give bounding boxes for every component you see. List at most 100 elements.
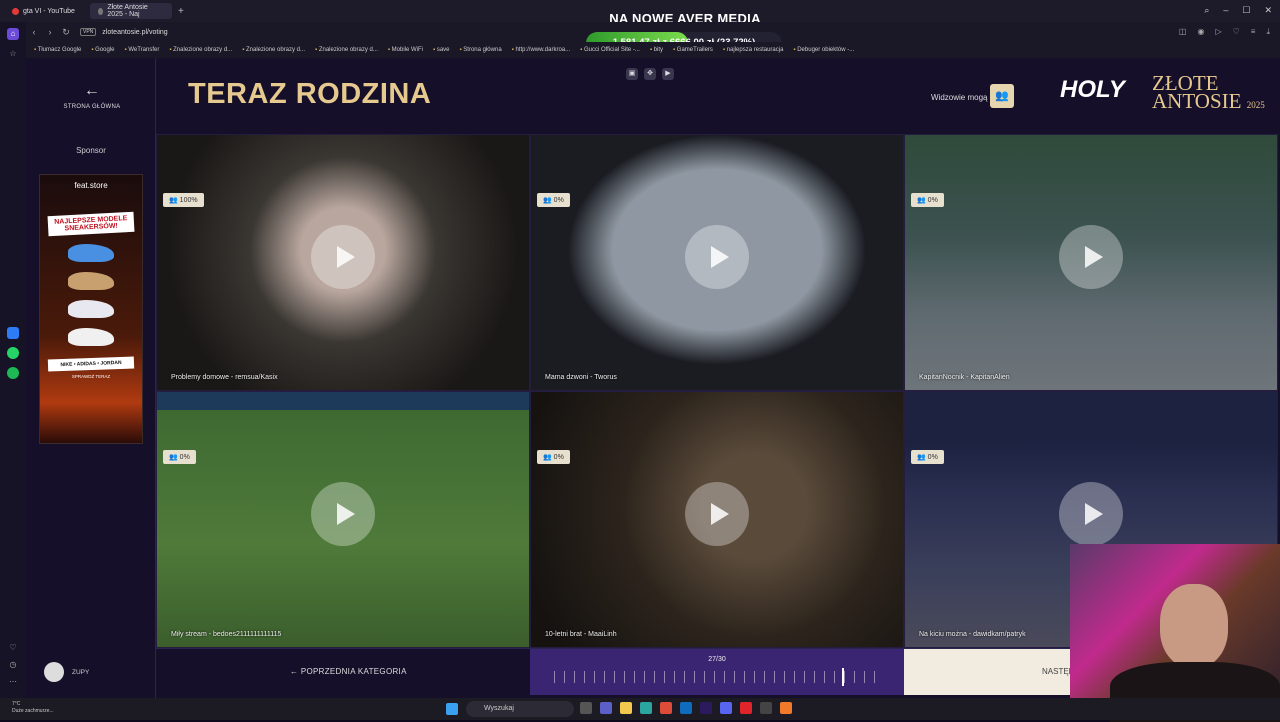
vote-percent: 0%	[927, 197, 938, 204]
vote-percent: 0%	[553, 197, 564, 204]
play-icon[interactable]: ▷	[1215, 27, 1221, 37]
url-field[interactable]: zloteantosie.pl/voting	[102, 29, 167, 36]
bookmark-item[interactable]: Tłumacz Google	[34, 47, 82, 53]
menu-icon[interactable]: ≡	[1251, 27, 1256, 37]
discord-icon[interactable]	[720, 702, 732, 714]
home-button[interactable]: ← STRONA GŁÓWNA	[56, 82, 128, 110]
forward-icon[interactable]: ›	[42, 27, 58, 37]
reload-icon[interactable]: ↻	[58, 27, 74, 38]
browser-sidebar: ⌂ ☆ ♡ ◷ ⋯	[0, 22, 26, 698]
edge-icon[interactable]	[640, 702, 652, 714]
vpn-badge[interactable]: VPN	[80, 28, 97, 36]
vote-badge: 👥 0%	[911, 193, 944, 207]
back-icon[interactable]: ‹	[26, 27, 42, 37]
clip-title: 10-letni brat - MaaiLinh	[545, 631, 617, 638]
bookmark-item[interactable]: Strona główna	[460, 47, 501, 53]
chrome-icon[interactable]	[660, 702, 672, 714]
home-icon[interactable]: ⌂	[7, 28, 19, 40]
whatsapp-icon[interactable]	[7, 347, 19, 359]
outlook-icon[interactable]	[680, 702, 692, 714]
heart-icon[interactable]: ♡	[1233, 27, 1240, 37]
viewers-button[interactable]: 👥	[990, 84, 1014, 108]
search-placeholder: Wyszukaj	[484, 705, 514, 712]
vote-percent: 0%	[179, 454, 190, 461]
camera-icon[interactable]: ◉	[1197, 27, 1204, 37]
users-icon: 👥	[995, 90, 1009, 102]
star-icon[interactable]: ☆	[7, 48, 19, 60]
user-profile[interactable]: ZUPY	[44, 662, 89, 682]
explorer-icon[interactable]	[620, 702, 632, 714]
bookmark-item[interactable]: GameTrailers	[673, 47, 713, 53]
teams-icon[interactable]	[600, 702, 612, 714]
windows-start-icon[interactable]	[446, 703, 458, 715]
logo-text: ZŁOTE ANTOSIE	[1152, 71, 1242, 113]
bookmark-item[interactable]: Gucci Official Site -...	[580, 47, 640, 53]
sponsor-ad[interactable]: feat.store NAJLEPSZE MODELE SNEAKERSÓW! …	[39, 174, 143, 444]
window-icon[interactable]: ▣	[626, 68, 638, 80]
spotify-icon[interactable]	[7, 367, 19, 379]
bookmark-item[interactable]: WeTransfer	[125, 47, 159, 53]
bookmark-item[interactable]: http://www.darkroa...	[512, 47, 570, 53]
bookmark-item[interactable]: Mobile WiFi	[388, 47, 423, 53]
bookmark-item[interactable]: Google	[91, 47, 114, 53]
clip-card[interactable]: 👥 0% Mama dzwoni - Tworus	[530, 134, 904, 391]
play-icon[interactable]	[685, 225, 749, 290]
taskbar-search[interactable]: Wyszukaj	[466, 701, 574, 717]
maximize-icon[interactable]: ☐	[1242, 5, 1250, 16]
bookmark-item[interactable]: najlepsza restauracja	[723, 47, 784, 53]
bookmark-item[interactable]: Znalezione obrazy d...	[242, 47, 305, 53]
weather-widget[interactable]: 7°C Duże zachmurze...	[12, 701, 54, 715]
taskbar: 7°C Duże zachmurze... Wyszukaj	[0, 698, 1280, 720]
play-icon[interactable]	[311, 225, 375, 290]
browser-tab-youtube[interactable]: gta VI - YouTube	[4, 3, 86, 19]
minimize-icon[interactable]: –	[1223, 5, 1228, 16]
new-tab-button[interactable]: +	[178, 6, 184, 17]
logo-holy: HOLY	[1060, 76, 1125, 103]
play-icon[interactable]	[685, 482, 749, 547]
clip-card[interactable]: 👥 0% Miły stream - bedoes2111111111115	[156, 391, 530, 648]
vote-badge: 👥 0%	[911, 450, 944, 464]
opera-icon[interactable]	[740, 702, 752, 714]
close-icon[interactable]: ✕	[1264, 5, 1272, 16]
logo-zlote-antosie: ZŁOTE ANTOSIE 2025	[1152, 71, 1280, 114]
clip-card[interactable]: 👥 0% KapitanNocnik - KapitanAlien	[904, 134, 1278, 391]
webcam-overlay	[1070, 544, 1280, 722]
home-label: STRONA GŁÓWNA	[63, 104, 121, 110]
clock-icon[interactable]: ◷	[7, 659, 19, 671]
address-bar-tools: ◫ ◉ ▷ ♡ ≡ ⤓	[1179, 27, 1270, 37]
more-icon[interactable]: ⋯	[7, 676, 19, 688]
heart-icon[interactable]: ♡	[7, 642, 19, 654]
streamer-face	[1160, 584, 1228, 668]
video-icon[interactable]: ▶	[662, 68, 674, 80]
vote-badge: 👥 0%	[537, 193, 570, 207]
category-title: TERAZ RODZINA	[188, 78, 432, 110]
sneaker-image	[68, 244, 114, 262]
vote-badge: 👥 0%	[163, 450, 196, 464]
download-icon[interactable]: ⤓	[1266, 27, 1270, 37]
clip-card[interactable]: 👥 0% 10-letni brat - MaaiLinh	[530, 391, 904, 648]
task-view-icon[interactable]	[580, 702, 592, 714]
screenshot-icon[interactable]: ◫	[1179, 27, 1187, 37]
bookmark-item[interactable]: Znalezione obrazy d...	[315, 47, 378, 53]
clip-card[interactable]: 👥 100% Problemy domowe - remsua/Kasix	[156, 134, 530, 391]
premiere-icon[interactable]	[700, 702, 712, 714]
play-icon[interactable]	[1059, 482, 1123, 547]
play-icon[interactable]	[1059, 225, 1123, 290]
move-icon[interactable]: ✥	[644, 68, 656, 80]
bookmark-item[interactable]: bity	[650, 47, 663, 53]
progress-ticks	[554, 668, 880, 686]
app-icon[interactable]	[780, 702, 792, 714]
messenger-icon[interactable]	[7, 327, 19, 339]
bookmark-item[interactable]: Znalezione obrazy d...	[169, 47, 232, 53]
category-progress: 27/30	[530, 649, 904, 695]
vote-percent: 0%	[553, 454, 564, 461]
previous-category-button[interactable]: ← POPRZEDNIA KATEGORIA	[290, 667, 407, 676]
bookmark-item[interactable]: Debuger obiektów -...	[793, 47, 854, 53]
weather-temp: 7°C	[12, 701, 21, 707]
ad-headline: NAJLEPSZE MODELE SNEAKERSÓW!	[47, 211, 135, 237]
play-icon[interactable]	[311, 482, 375, 547]
browser-tab-zloteantosie[interactable]: Złote Antosie 2025 - Naj	[90, 3, 172, 19]
bookmark-item[interactable]: save	[433, 47, 450, 53]
search-icon[interactable]: ⌕	[1204, 5, 1209, 16]
obs-icon[interactable]	[760, 702, 772, 714]
